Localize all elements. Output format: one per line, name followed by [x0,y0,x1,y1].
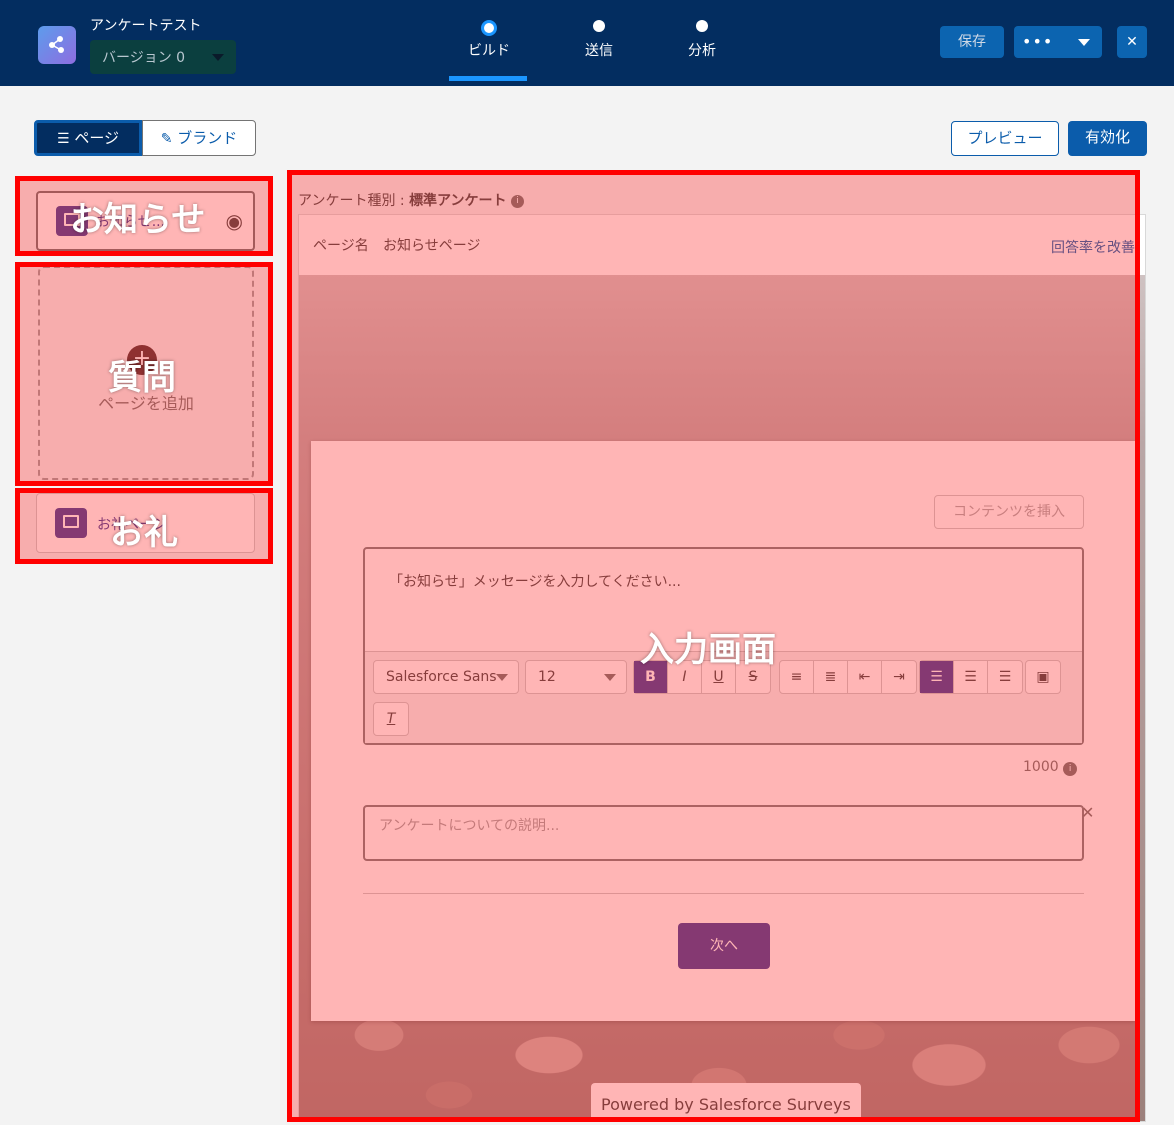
step-dot-icon [593,20,605,32]
survey-app-icon [38,26,76,64]
survey-title: アンケートテスト [90,18,202,34]
tab-brand[interactable]: ✎ ブランド [142,120,256,156]
chevron-down-icon [1078,39,1090,46]
top-bar: アンケートテスト バージョン 0 ビルド 送信 分析 保存 ••• ✕ [0,0,1174,86]
brush-icon: ✎ [160,131,173,147]
tab-page-label: ページ [74,129,120,147]
close-icon: ✕ [1126,34,1138,50]
annotation-welcome-label: お知らせ [70,200,206,240]
preview-button[interactable]: プレビュー [951,121,1059,156]
step-build[interactable]: ビルド [444,20,534,60]
step-analyze[interactable]: 分析 [657,20,747,60]
version-label: バージョン 0 [102,50,186,66]
more-actions-button[interactable]: ••• [1014,26,1102,58]
step-dot-icon [696,20,708,32]
more-label: ••• [1022,32,1054,51]
activate-button[interactable]: 有効化 [1068,121,1147,156]
list-icon: ☰ [56,131,70,147]
step-analyze-label: 分析 [688,43,716,59]
save-button[interactable]: 保存 [940,26,1004,58]
annotation-input-screen-label: 入力画面 [640,630,776,670]
tab-page[interactable]: ☰ ページ [34,120,142,156]
annotation-thanks-label: お礼 [110,513,178,553]
step-send[interactable]: 送信 [554,20,644,60]
version-select[interactable]: バージョン 0 [90,40,236,74]
close-button[interactable]: ✕ [1117,26,1147,58]
tab-brand-label: ブランド [177,129,238,147]
step-build-label: ビルド [468,43,510,59]
chevron-down-icon [212,54,224,61]
step-send-label: 送信 [585,43,613,59]
annotation-question-label: 質問 [108,358,176,398]
step-dot-icon [481,20,497,36]
active-step-indicator [449,76,527,81]
